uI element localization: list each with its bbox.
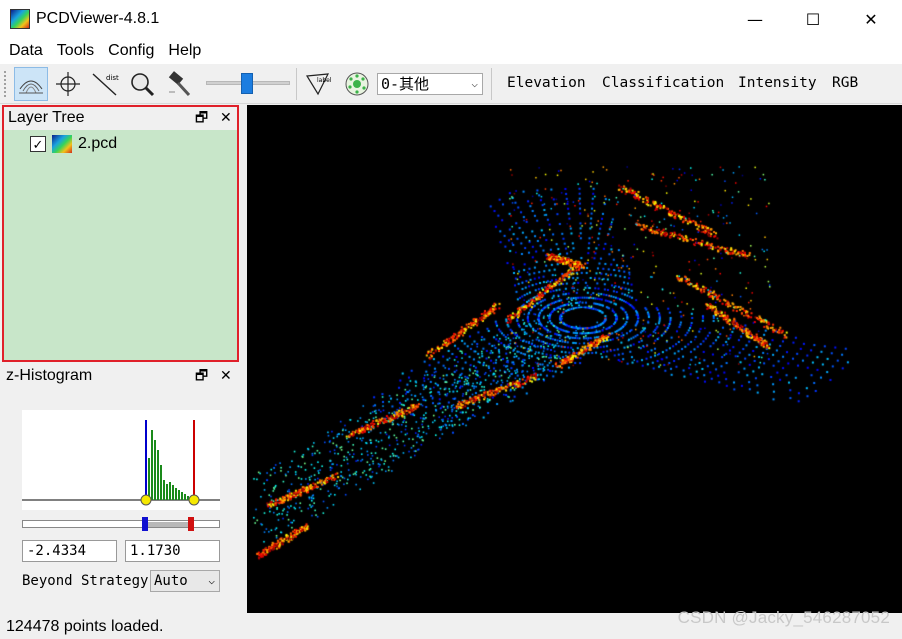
mode-classification-button[interactable]: Classification	[602, 75, 724, 91]
layer-tree	[4, 130, 237, 360]
distance-icon: dist	[92, 73, 119, 96]
float-panel-icon[interactable]: 🗗	[195, 364, 208, 388]
float-panel-icon[interactable]: 🗗	[195, 106, 208, 130]
title-bar: PCDViewer-4.8.1 — ☐ ✕	[0, 0, 902, 38]
measure-distance-button[interactable]: dist	[88, 67, 122, 101]
z-max-handle[interactable]	[188, 517, 194, 531]
point-cloud-viewport[interactable]	[247, 105, 902, 613]
app-icon	[10, 9, 30, 29]
close-panel-icon[interactable]: ✕	[220, 364, 232, 388]
chevron-down-icon: ⌵	[471, 77, 478, 90]
zoom-button[interactable]	[125, 67, 159, 101]
class-picker-button[interactable]	[340, 67, 374, 101]
class-select[interactable]: 0-其他 ⌵	[377, 73, 483, 95]
histogram-header: z-Histogram 🗗 ✕	[0, 364, 240, 388]
svg-text:dist: dist	[106, 74, 119, 82]
mode-elevation-button[interactable]: Elevation	[507, 75, 586, 91]
point-cloud-view-button[interactable]	[14, 67, 48, 101]
z-range-selection	[146, 522, 192, 527]
layer-tree-header: Layer Tree 🗗 ✕	[2, 106, 238, 130]
svg-text:label: label	[317, 77, 332, 84]
window-title: PCDViewer-4.8.1	[36, 10, 160, 27]
toolbar-separator	[491, 68, 492, 100]
minimize-button[interactable]: —	[726, 0, 784, 38]
menu-bar: Data Tools Config Help	[0, 38, 902, 64]
histogram-plot	[22, 410, 220, 510]
status-text: 124478 points loaded.	[6, 618, 164, 635]
layer-tree-item[interactable]: ✓ 2.pcd	[30, 134, 117, 154]
menu-config[interactable]: Config	[101, 42, 161, 60]
maximize-button[interactable]: ☐	[784, 0, 842, 38]
toolbar-grip	[3, 70, 7, 98]
clear-button[interactable]	[162, 67, 196, 101]
label-polygon-icon: label	[305, 73, 332, 96]
chevron-down-icon: ⌵	[208, 574, 215, 587]
point-cloud-icon	[19, 80, 43, 94]
close-button[interactable]: ✕	[842, 0, 900, 38]
classification-icon	[345, 72, 369, 96]
beyond-strategy-select[interactable]: Auto ⌵	[150, 570, 220, 592]
crosshair-icon	[56, 72, 80, 96]
hammer-icon	[168, 71, 191, 97]
close-panel-icon[interactable]: ✕	[220, 106, 232, 130]
histogram-title: z-Histogram	[6, 367, 93, 384]
beyond-strategy-label: Beyond Strategy	[22, 573, 149, 589]
menu-tools[interactable]: Tools	[50, 42, 101, 60]
layer-visibility-checkbox[interactable]: ✓	[30, 136, 46, 152]
toolbar-separator	[296, 68, 297, 100]
pick-point-button[interactable]	[51, 67, 85, 101]
watermark: CSDN @Jacky_546287052	[677, 608, 890, 627]
menu-data[interactable]: Data	[2, 42, 50, 60]
mode-rgb-button[interactable]: RGB	[832, 75, 858, 91]
point-size-slider-thumb[interactable]	[241, 73, 253, 94]
layer-name: 2.pcd	[78, 135, 118, 152]
point-cloud-canvas[interactable]	[247, 105, 902, 613]
mode-intensity-button[interactable]: Intensity	[738, 75, 817, 91]
magnifier-icon	[131, 73, 155, 97]
label-tool-button[interactable]: label	[302, 67, 336, 101]
z-min-input[interactable]: -2.4334	[22, 540, 117, 562]
histogram-chart	[22, 420, 220, 506]
layer-tree-title: Layer Tree	[8, 109, 85, 126]
beyond-strategy-value: Auto	[154, 573, 188, 589]
z-min-handle[interactable]	[142, 517, 148, 531]
menu-help[interactable]: Help	[161, 42, 208, 60]
class-select-value: 0-其他	[381, 75, 430, 93]
point-cloud-file-icon	[52, 135, 72, 153]
z-max-input[interactable]: 1.1730	[125, 540, 220, 562]
